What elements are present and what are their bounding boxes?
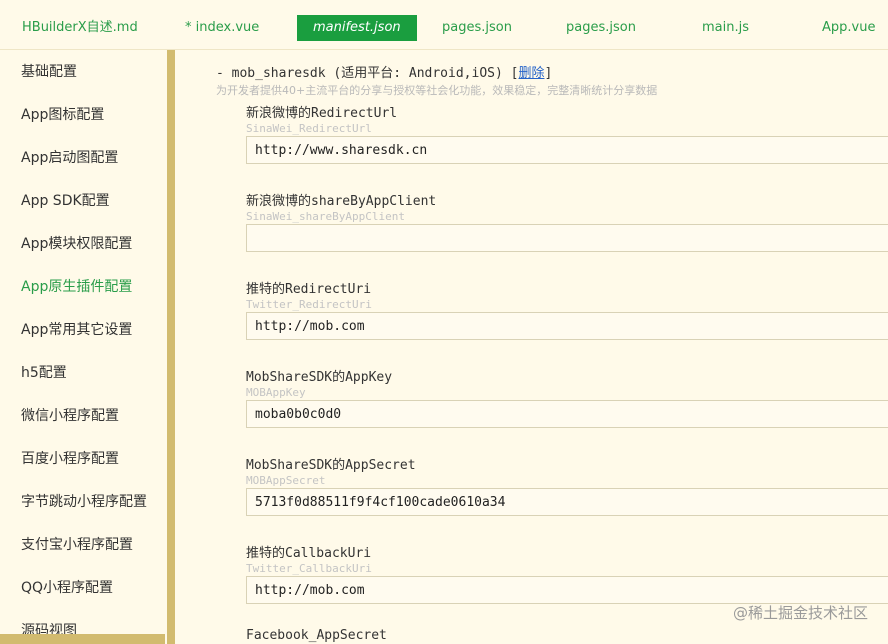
tab-manifest-json[interactable]: manifest.json (297, 15, 417, 41)
field-key-twitter-redirect: Twitter_RedirectUri (246, 298, 372, 311)
sidebar-item-app-splash[interactable]: App启动图配置 (21, 148, 118, 168)
twitter-callback-uri-input[interactable] (246, 576, 888, 604)
tab-app-vue[interactable]: App.vue (822, 15, 875, 41)
field-key-sina-share-client: SinaWei_shareByAppClient (246, 210, 405, 223)
field-label-mob-appkey: MobShareSDK的AppKey (246, 370, 393, 385)
mob-appsecret-input[interactable] (246, 488, 888, 516)
field-label-twitter-callback: 推特的CallbackUri (246, 546, 372, 561)
field-key-mob-appkey: MOBAppKey (246, 386, 306, 399)
plugin-section-title: - mob_sharesdk (适用平台: Android,iOS) [删除] (216, 62, 552, 81)
sidebar-item-baidu-mp[interactable]: 百度小程序配置 (21, 449, 119, 469)
plugin-title-text: - mob_sharesdk (适用平台: Android,iOS) [ (216, 66, 519, 81)
sidebar-scrollbar[interactable] (167, 50, 175, 644)
mob-appkey-input[interactable] (246, 400, 888, 428)
sina-share-client-input[interactable] (246, 224, 888, 252)
editor-tab-bar: HBuilderX自述.md * index.vue manifest.json… (0, 0, 888, 50)
config-sidebar: 基础配置 App图标配置 App启动图配置 App SDK配置 App模块权限配… (0, 50, 170, 644)
tab-hbuilderx-readme[interactable]: HBuilderX自述.md (22, 15, 138, 41)
sidebar-item-app-other[interactable]: App常用其它设置 (21, 320, 132, 340)
sidebar-item-bytedance-mp[interactable]: 字节跳动小程序配置 (21, 492, 147, 512)
sidebar-item-weixin-mp[interactable]: 微信小程序配置 (21, 406, 119, 426)
delete-plugin-link[interactable]: 删除 (518, 66, 544, 81)
sidebar-item-app-icon[interactable]: App图标配置 (21, 105, 104, 125)
sidebar-item-app-modules[interactable]: App模块权限配置 (21, 234, 132, 254)
field-label-facebook-appsecret: Facebook_AppSecret (246, 628, 387, 643)
plugin-title-end: ] (544, 66, 553, 81)
tab-main-js[interactable]: main.js (702, 15, 749, 41)
sidebar-item-basic[interactable]: 基础配置 (21, 62, 77, 82)
plugin-config-panel: - mob_sharesdk (适用平台: Android,iOS) [删除] … (176, 50, 888, 644)
twitter-redirect-uri-input[interactable] (246, 312, 888, 340)
sidebar-bottom-bar (0, 634, 165, 644)
watermark: @稀土掘金技术社区 (732, 604, 868, 622)
sidebar-item-app-sdk[interactable]: App SDK配置 (21, 191, 110, 211)
tab-index-vue[interactable]: * index.vue (185, 15, 259, 41)
tab-pages-json[interactable]: pages.json (442, 15, 512, 41)
field-label-sina-redirect: 新浪微博的RedirectUrl (246, 106, 398, 121)
sidebar-item-app-native-plugins[interactable]: App原生插件配置 (21, 277, 132, 297)
sidebar-item-alipay-mp[interactable]: 支付宝小程序配置 (21, 535, 133, 555)
field-label-sina-share-client: 新浪微博的shareByAppClient (246, 194, 437, 209)
field-key-twitter-callback: Twitter_CallbackUri (246, 562, 372, 575)
field-key-sina-redirect: SinaWei_RedirectUrl (246, 122, 372, 135)
plugin-description: 为开发者提供40+主流平台的分享与授权等社会化功能，效果稳定，完整清晰统计分享数… (216, 84, 658, 97)
field-label-twitter-redirect: 推特的RedirectUri (246, 282, 372, 297)
tab-pages-json-2[interactable]: pages.json (566, 15, 636, 41)
sidebar-item-h5[interactable]: h5配置 (21, 363, 67, 383)
sidebar-item-qq-mp[interactable]: QQ小程序配置 (21, 578, 113, 598)
sina-redirect-url-input[interactable] (246, 136, 888, 164)
field-key-mob-appsecret: MOBAppSecret (246, 474, 326, 487)
field-label-mob-appsecret: MobShareSDK的AppSecret (246, 458, 416, 473)
